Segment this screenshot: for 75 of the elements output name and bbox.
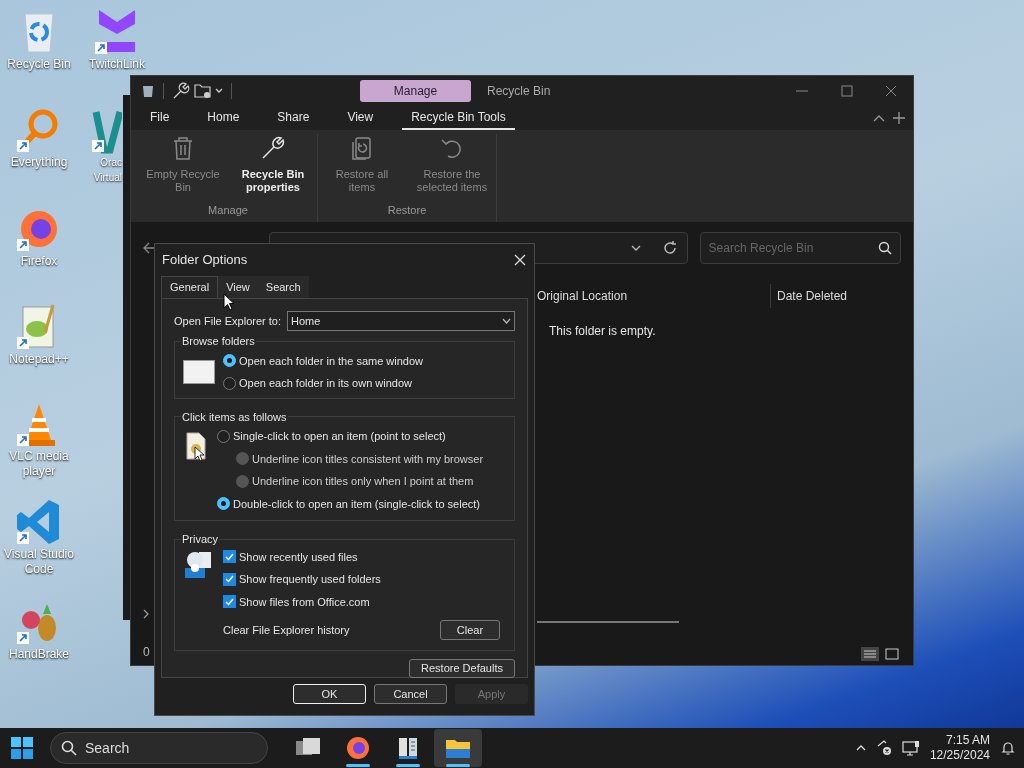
radio-button[interactable] (223, 376, 236, 390)
dropdown[interactable]: Home (287, 311, 515, 331)
search-icon (878, 241, 892, 255)
chevron-down-icon[interactable] (630, 245, 641, 251)
folder-icon (445, 737, 471, 759)
history-label: Clear File Explorer history (223, 622, 350, 638)
field-label: Open File Explorer to: (174, 313, 281, 329)
display-icon[interactable] (901, 740, 920, 756)
chevron-up-icon[interactable] (855, 745, 866, 751)
bell-icon[interactable] (1000, 740, 1016, 756)
document-cursor-icon (183, 431, 209, 463)
option-label: Open each folder in the same window (239, 353, 424, 369)
details-view-icon[interactable] (861, 647, 879, 661)
window-title: Recycle Bin (487, 82, 551, 100)
wrench-icon[interactable] (172, 81, 190, 100)
checkbox-label: Show files from Office.com (239, 594, 370, 610)
new-folder-icon[interactable] (194, 82, 212, 99)
option-label: Open each folder in its own window (239, 376, 413, 391)
checkbox-label: Show recently used files (239, 549, 358, 565)
dialog-button[interactable]: OK (293, 684, 366, 704)
ribbon-button[interactable]: Recycle Bin properties (231, 134, 315, 194)
group-label: Restore (387, 202, 427, 218)
ribbon-tab[interactable]: Home (198, 105, 249, 130)
empty-message: This folder is empty. (549, 323, 657, 340)
checkbox[interactable] (223, 572, 236, 586)
recycle-bin-icon[interactable] (141, 83, 155, 98)
radio-button[interactable] (217, 497, 230, 511)
search-icon (61, 740, 77, 756)
network-icon[interactable] (875, 740, 892, 756)
dialog-tab[interactable]: General (161, 276, 219, 298)
mouse-pointer-icon (223, 293, 235, 311)
status-text: 0 (143, 644, 150, 661)
dialog-tab[interactable]: View (218, 276, 258, 298)
group-label: Manage (208, 202, 248, 218)
taskbar-search[interactable]: Search (50, 732, 268, 764)
checkbox-label: Show frequently used folders (239, 572, 381, 587)
search-box[interactable]: Search Recycle Bin (699, 232, 901, 264)
taskbar-app[interactable] (434, 729, 482, 767)
dialog-button[interactable]: Cancel (374, 684, 447, 704)
option-label: Single-click to open an item (point to select) (233, 429, 446, 444)
group-title: Browse folders (181, 334, 256, 349)
option-label: Underline icon titles consistent with my browser (252, 451, 484, 467)
book-icon (397, 736, 419, 760)
ribbon-tab[interactable]: Share (268, 105, 319, 130)
restore-defaults-button[interactable]: Restore Defaults (409, 659, 515, 678)
clock[interactable]: 7:15 AM 12/25/2024 (929, 733, 990, 763)
refresh-icon[interactable] (662, 241, 677, 255)
group-title: Privacy (181, 532, 220, 547)
clear-button[interactable]: Clear (440, 620, 500, 640)
option-label: Underline icon titles only when I point at them (252, 474, 474, 489)
checkbox[interactable] (223, 550, 236, 564)
ribbon-tab[interactable]: View (338, 105, 383, 130)
search-field[interactable]: Search Recycle Bin (708, 239, 878, 257)
radio-button[interactable] (223, 354, 236, 368)
maximize-icon[interactable] (841, 84, 853, 97)
collapse-icon[interactable] (873, 113, 885, 122)
plus-icon[interactable] (893, 111, 905, 124)
dialog-title: Folder Options (162, 251, 248, 270)
start-icon[interactable] (10, 736, 34, 760)
radio-button[interactable] (217, 429, 230, 443)
scrollbar[interactable] (537, 621, 679, 623)
group-title: Click items as follows (181, 409, 288, 425)
back-arrow-icon[interactable] (143, 242, 157, 254)
dialog-tab[interactable]: Search (257, 276, 309, 298)
tiles-view-icon[interactable] (885, 647, 899, 661)
manage-tab[interactable]: Manage (360, 79, 471, 102)
chevron-down-icon (502, 318, 511, 324)
option-label: Double-click to open an item (single-click to select) (233, 496, 480, 512)
firefox-icon (346, 736, 370, 760)
chevron-right-icon[interactable] (143, 609, 149, 619)
column-header[interactable]: Date Deleted (771, 284, 854, 308)
window-preview-icon (183, 359, 215, 384)
caret-icon[interactable] (215, 87, 223, 94)
ribbon-tab[interactable]: File (141, 105, 179, 130)
checkbox[interactable] (223, 595, 236, 609)
